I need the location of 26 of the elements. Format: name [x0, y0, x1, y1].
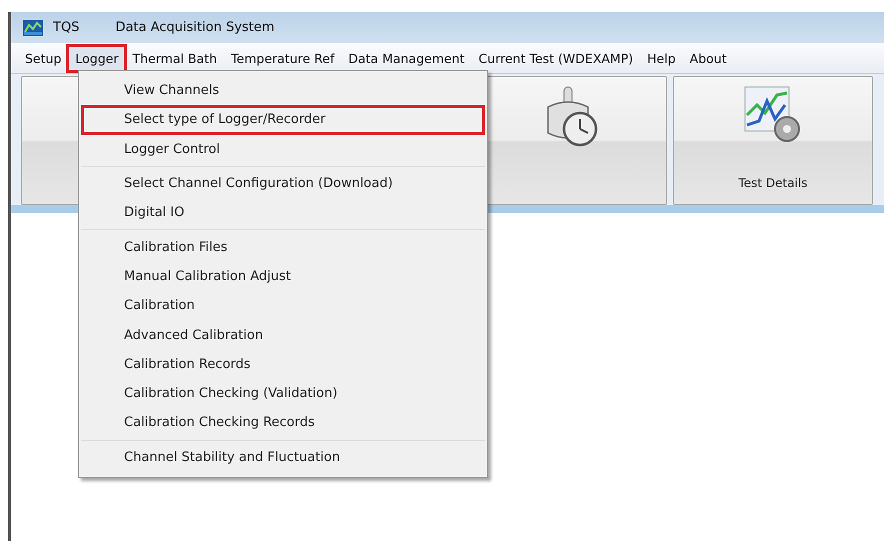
menu-option[interactable]: Calibration	[81, 291, 485, 320]
menu-option[interactable]: View Channels	[81, 76, 485, 106]
window-title: Data Acquisition System	[115, 20, 274, 35]
menu-item[interactable]: Help	[641, 46, 682, 70]
menu-option[interactable]: Calibration Records	[81, 350, 485, 379]
app-name: TQS	[53, 20, 80, 35]
menu-item[interactable]: Setup	[19, 46, 68, 70]
menu-item[interactable]: Thermal Bath	[126, 46, 223, 70]
menu-option[interactable]: Select type of Logger/Recorder	[81, 105, 485, 135]
menu-item[interactable]: Logger	[69, 46, 124, 70]
menu-item[interactable]: Data Management	[342, 46, 471, 70]
menu-option[interactable]: Manual Calibration Adjust	[81, 262, 485, 292]
app-logo-icon	[23, 20, 43, 36]
menu-item[interactable]: Current Test (WDEXAMP)	[472, 46, 640, 70]
menu-option[interactable]: Logger Control	[81, 134, 485, 164]
menu-option[interactable]: Channel Stability and Fluctuation	[81, 442, 485, 472]
chart-gear-icon	[743, 85, 803, 145]
menu-option[interactable]: Select Channel Configuration (Download)	[81, 168, 485, 198]
menu-item[interactable]: About	[684, 46, 733, 70]
toolbar-button[interactable]: Test Details	[673, 76, 873, 205]
menu-option[interactable]: Advanced Calibration	[81, 320, 485, 350]
menu-item[interactable]: Temperature Ref	[225, 46, 340, 70]
menu-option[interactable]: Calibration Files	[81, 232, 485, 262]
menu-option[interactable]: Calibration Checking Records	[81, 408, 485, 438]
menu-option[interactable]: Calibration Checking (Validation)	[81, 378, 485, 408]
menu-option[interactable]: Digital IO	[81, 198, 485, 228]
